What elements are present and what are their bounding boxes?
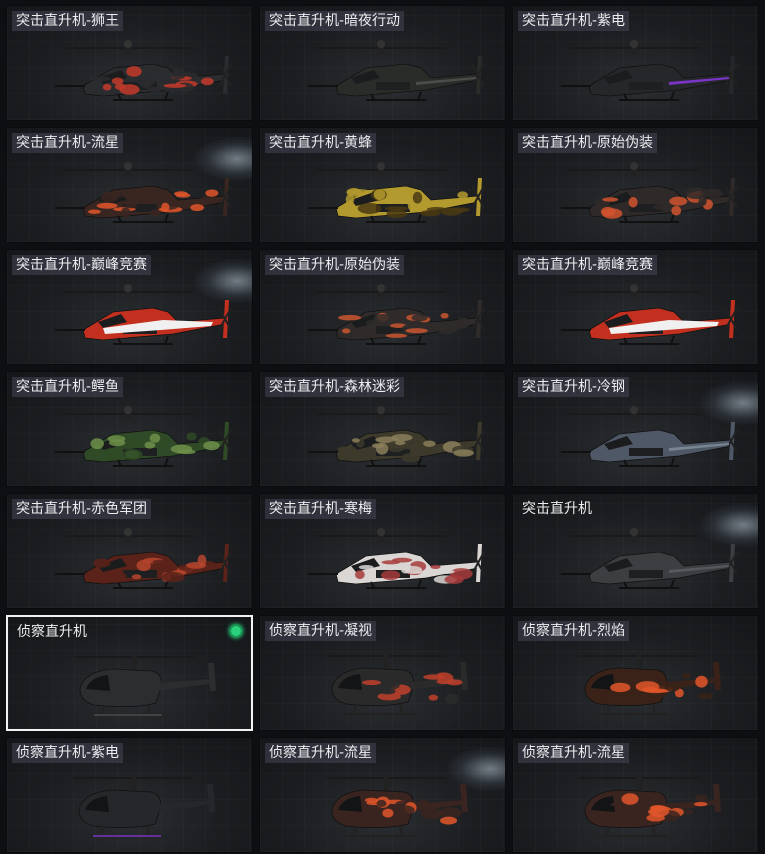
scout-helicopter-image [326, 654, 468, 716]
skin-tile[interactable]: 突击直升机-赤色军团 [6, 493, 253, 609]
attack-helicopter-image [561, 284, 738, 345]
skin-name-label: 突击直升机-寒梅 [265, 499, 377, 519]
skin-name-label: 突击直升机-冷钢 [518, 377, 630, 397]
skin-tile[interactable]: 突击直升机-森林迷彩 [259, 371, 506, 487]
attack-helicopter-image [55, 528, 232, 589]
skin-name-label: 突击直升机 [522, 501, 592, 517]
skin-name-label: 突击直升机-原始伪装 [265, 255, 405, 275]
skin-name-label: 突击直升机-巅峰竞赛 [12, 255, 152, 275]
attack-helicopter-image [308, 162, 485, 223]
attack-helicopter-image [308, 40, 485, 101]
skin-tile[interactable]: 突击直升机-冷钢 [512, 371, 759, 487]
scout-helicopter-image [579, 776, 721, 838]
scout-helicopter-image [73, 776, 215, 838]
skin-tile[interactable]: 突击直升机-巅峰竞赛 [512, 249, 759, 365]
skin-tile[interactable]: 突击直升机-狮王 [6, 5, 253, 121]
scout-helicopter-image [579, 654, 721, 716]
equipped-indicator-icon [229, 624, 243, 638]
skin-name-label: 突击直升机-原始伪装 [518, 133, 658, 153]
skin-name-label: 侦察直升机-流星 [265, 743, 377, 763]
attack-helicopter-image [55, 162, 232, 223]
skin-name-label: 突击直升机-黄蜂 [265, 133, 377, 153]
skin-name-label: 突击直升机-巅峰竞赛 [518, 255, 658, 275]
skin-tile[interactable]: 突击直升机 [512, 493, 759, 609]
skin-tile[interactable]: 侦察直升机 [6, 615, 253, 731]
skin-name-label: 侦察直升机-凝视 [265, 621, 377, 641]
skin-name-label: 突击直升机-赤色军团 [12, 499, 152, 519]
attack-helicopter-image [55, 40, 232, 101]
skin-name-label: 突击直升机-流星 [12, 133, 124, 153]
skin-tile[interactable]: 突击直升机-巅峰竞赛 [6, 249, 253, 365]
skin-tile[interactable]: 突击直升机-流星 [6, 127, 253, 243]
attack-helicopter-image [561, 528, 738, 589]
skin-name-label: 突击直升机-森林迷彩 [265, 377, 405, 397]
attack-helicopter-image [55, 406, 232, 467]
attack-helicopter-image [308, 284, 485, 345]
attack-helicopter-image [308, 406, 485, 467]
skin-name-label: 侦察直升机-烈焰 [518, 621, 630, 641]
skin-grid: 突击直升机-狮王 突击直升机-暗夜行动 突击直升机-紫电 突击直升机-流星 突击… [6, 5, 759, 853]
skin-tile[interactable]: 突击直升机-原始伪装 [259, 249, 506, 365]
skin-tile[interactable]: 突击直升机-黄蜂 [259, 127, 506, 243]
skin-name-label: 侦察直升机 [17, 624, 87, 640]
skin-tile[interactable]: 突击直升机-原始伪装 [512, 127, 759, 243]
skin-tile[interactable]: 侦察直升机-凝视 [259, 615, 506, 731]
attack-helicopter-image [55, 284, 232, 345]
scout-helicopter-image [74, 655, 216, 717]
skin-tile[interactable]: 突击直升机-紫电 [512, 5, 759, 121]
attack-helicopter-image [561, 406, 738, 467]
skin-name-label: 突击直升机-鳄鱼 [12, 377, 124, 397]
skin-tile[interactable]: 侦察直升机-烈焰 [512, 615, 759, 731]
skin-name-label: 突击直升机-暗夜行动 [265, 11, 405, 31]
skin-name-label: 突击直升机-狮王 [12, 11, 124, 31]
attack-helicopter-image [561, 40, 738, 101]
skin-tile[interactable]: 突击直升机-寒梅 [259, 493, 506, 609]
attack-helicopter-image [308, 528, 485, 589]
skin-tile[interactable]: 突击直升机-暗夜行动 [259, 5, 506, 121]
skin-name-label: 突击直升机-紫电 [518, 11, 630, 31]
skin-tile[interactable]: 侦察直升机-流星 [259, 737, 506, 853]
skin-name-label: 侦察直升机-流星 [518, 743, 630, 763]
scout-helicopter-image [326, 776, 468, 838]
skin-tile[interactable]: 突击直升机-鳄鱼 [6, 371, 253, 487]
skin-tile[interactable]: 侦察直升机-紫电 [6, 737, 253, 853]
skin-tile[interactable]: 侦察直升机-流星 [512, 737, 759, 853]
skin-name-label: 侦察直升机-紫电 [12, 743, 124, 763]
attack-helicopter-image [561, 162, 738, 223]
